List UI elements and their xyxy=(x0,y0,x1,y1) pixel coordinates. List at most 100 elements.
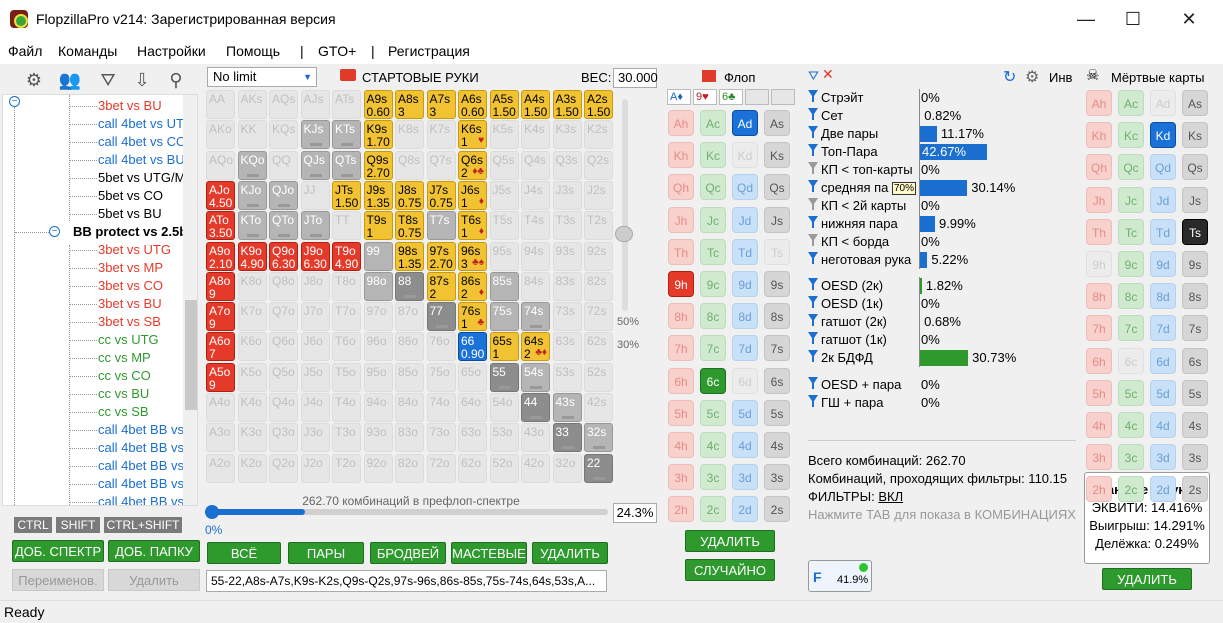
card-8s[interactable]: 8s xyxy=(1182,283,1208,310)
hand-cell-t7s[interactable]: T7s xyxy=(426,211,456,241)
card-th[interactable]: Th xyxy=(668,238,694,265)
card-7h[interactable]: 7h xyxy=(1086,315,1112,342)
flop-delete-button[interactable]: УДАЛИТЬ xyxy=(685,530,775,552)
range-percent-slider[interactable] xyxy=(208,509,608,515)
hand-cell-j9s[interactable]: J9s 1.35 xyxy=(363,180,393,210)
filter-icon[interactable] xyxy=(808,162,818,174)
card-5d[interactable]: 5d xyxy=(1150,379,1176,406)
hand-cell-kqo[interactable]: KQo xyxy=(237,150,267,180)
hand-cell-65o[interactable]: 65o xyxy=(458,362,487,392)
dead-delete-button[interactable]: УДАЛИТЬ xyxy=(1102,568,1192,590)
card-3h[interactable]: 3h xyxy=(668,464,694,491)
hand-cell-82s[interactable]: 82s xyxy=(584,271,613,301)
hand-cell-43s[interactable]: 43s xyxy=(552,393,582,422)
limit-select[interactable]: No limit xyxy=(207,67,317,87)
delete-range-grid-button[interactable]: УДАЛИТЬ xyxy=(532,542,608,564)
hand-cell-k9s[interactable]: K9s 1.70 xyxy=(363,120,393,150)
flop-slot-1[interactable]: A♦ xyxy=(667,89,691,105)
weight-slider-track[interactable] xyxy=(622,99,628,311)
hand-cell-95o[interactable]: 95o xyxy=(363,362,393,392)
hand-cell-q2o[interactable]: Q2o xyxy=(269,453,298,483)
filters-row[interactable]: КП < борда xyxy=(808,233,889,251)
card-ad[interactable]: Ad xyxy=(1150,90,1176,116)
card-jh[interactable]: Jh xyxy=(1086,186,1112,213)
hand-cell-a9s[interactable]: A9s 0.60 xyxy=(363,90,393,119)
hand-cell-42o[interactable]: 42o xyxy=(521,453,550,483)
card-2s[interactable]: 2s xyxy=(764,496,790,523)
flop-random-button[interactable]: СЛУЧАЙНО xyxy=(685,559,775,581)
card-ah[interactable]: Ah xyxy=(1086,90,1112,116)
draws-row[interactable]: OESD (1к) xyxy=(808,295,883,313)
hand-cell-aqs[interactable]: AQs xyxy=(269,90,298,119)
flop-slot-2[interactable]: 9♥ xyxy=(693,89,717,105)
hand-cell-53o[interactable]: 53o xyxy=(489,423,519,453)
hand-cell-qjs[interactable]: QJs xyxy=(300,150,330,180)
filter-add-icon[interactable]: ⛛ xyxy=(96,68,120,92)
card-ts[interactable]: Ts xyxy=(1182,218,1208,245)
hand-cell-93s[interactable]: 93s xyxy=(552,241,582,271)
hand-cell-aa[interactable]: AA xyxy=(206,90,235,119)
card-7c[interactable]: 7c xyxy=(700,335,726,362)
card-5h[interactable]: 5h xyxy=(668,399,694,426)
card-5c[interactable]: 5c xyxy=(1118,379,1144,406)
card-4h[interactable]: 4h xyxy=(1086,412,1112,438)
hand-cell-q3o[interactable]: Q3o xyxy=(269,423,298,453)
hand-cell-a3s[interactable]: A3s 1.50 xyxy=(552,90,582,119)
tree-item[interactable]: 3bet vs CO xyxy=(98,277,163,295)
range-tree[interactable]: −3bet vs BU call 4bet vs UTG/call 4bet vs… xyxy=(2,94,198,506)
tree-item[interactable]: cc vs UTG xyxy=(98,331,159,349)
hand-cell-a5s[interactable]: A5s 1.50 xyxy=(489,90,519,119)
hand-cell-aqo[interactable]: AQo xyxy=(206,150,235,180)
hand-cell-q6s[interactable]: Q6s 2 ♦♣ xyxy=(458,150,487,180)
filters-row[interactable]: Сет xyxy=(808,107,843,125)
filters-row[interactable]: средняя па xyxy=(808,179,888,197)
card-4h[interactable]: 4h xyxy=(668,432,694,458)
draws-row[interactable]: 2к БДФД xyxy=(808,349,873,367)
hand-cell-qq[interactable]: QQ xyxy=(269,150,298,180)
card-5s[interactable]: 5s xyxy=(1182,379,1208,406)
range-percent-input[interactable]: 24.3% xyxy=(613,503,657,523)
card-jd[interactable]: Jd xyxy=(732,206,758,233)
card-6d[interactable]: 6d xyxy=(1150,347,1176,374)
hand-cell-jto[interactable]: JTo xyxy=(300,211,330,241)
tree-item[interactable]: 3bet vs SB xyxy=(98,313,161,331)
hand-cell-a8s[interactable]: A8s 3 xyxy=(395,90,424,119)
card-3h[interactable]: 3h xyxy=(1086,444,1112,471)
hand-cell-a6s[interactable]: A6s 0.60 xyxy=(458,90,487,119)
hand-cell-64s[interactable]: 64s 2 ♣♦ xyxy=(521,332,550,362)
filter-icon[interactable] xyxy=(808,198,818,210)
card-3d[interactable]: 3d xyxy=(732,464,758,491)
card-qh[interactable]: Qh xyxy=(668,174,694,201)
weight-input[interactable]: 30.000 xyxy=(613,68,658,88)
card-4d[interactable]: 4d xyxy=(732,432,758,458)
hand-cell-a4o[interactable]: A4o xyxy=(206,393,235,422)
card-4s[interactable]: 4s xyxy=(764,432,790,458)
shift-key[interactable]: SHIFT xyxy=(56,517,100,533)
card-3c[interactable]: 3c xyxy=(700,464,726,491)
hand-cell-qto[interactable]: QTo xyxy=(269,211,298,241)
hand-cell-t9s[interactable]: T9s 1 xyxy=(363,211,393,241)
filter-icon[interactable] xyxy=(808,144,818,156)
menu-gto[interactable]: GTO+ xyxy=(318,43,356,59)
hand-cell-73s[interactable]: 73s xyxy=(552,302,582,332)
card-qs[interactable]: Qs xyxy=(764,174,790,201)
hand-cell-94s[interactable]: 94s xyxy=(521,241,550,271)
hand-cell-74o[interactable]: 74o xyxy=(426,393,456,422)
hand-cell-88[interactable]: 88 xyxy=(395,271,424,301)
card-2c[interactable]: 2c xyxy=(700,496,726,523)
hand-cell-kts[interactable]: KTs xyxy=(332,120,361,150)
filter-icon[interactable] xyxy=(808,332,818,344)
hand-cell-j8s[interactable]: J8s 0.75 xyxy=(395,180,424,210)
card-5s[interactable]: 5s xyxy=(764,399,790,426)
hand-cell-jts[interactable]: JTs 1.50 xyxy=(332,180,361,210)
hand-cell-q8o[interactable]: Q8o xyxy=(269,271,298,301)
card-qs[interactable]: Qs xyxy=(1182,154,1208,181)
filters-row[interactable]: Топ-Пара xyxy=(808,143,878,161)
tree-item[interactable]: 5bet vs CO xyxy=(98,187,163,205)
card-2d[interactable]: 2d xyxy=(732,496,758,523)
flop-slot-5[interactable] xyxy=(771,89,795,105)
card-9s[interactable]: 9s xyxy=(764,271,790,297)
card-3c[interactable]: 3c xyxy=(1118,444,1144,471)
hand-cell-j3o[interactable]: J3o xyxy=(300,423,330,453)
card-9c[interactable]: 9c xyxy=(700,271,726,297)
